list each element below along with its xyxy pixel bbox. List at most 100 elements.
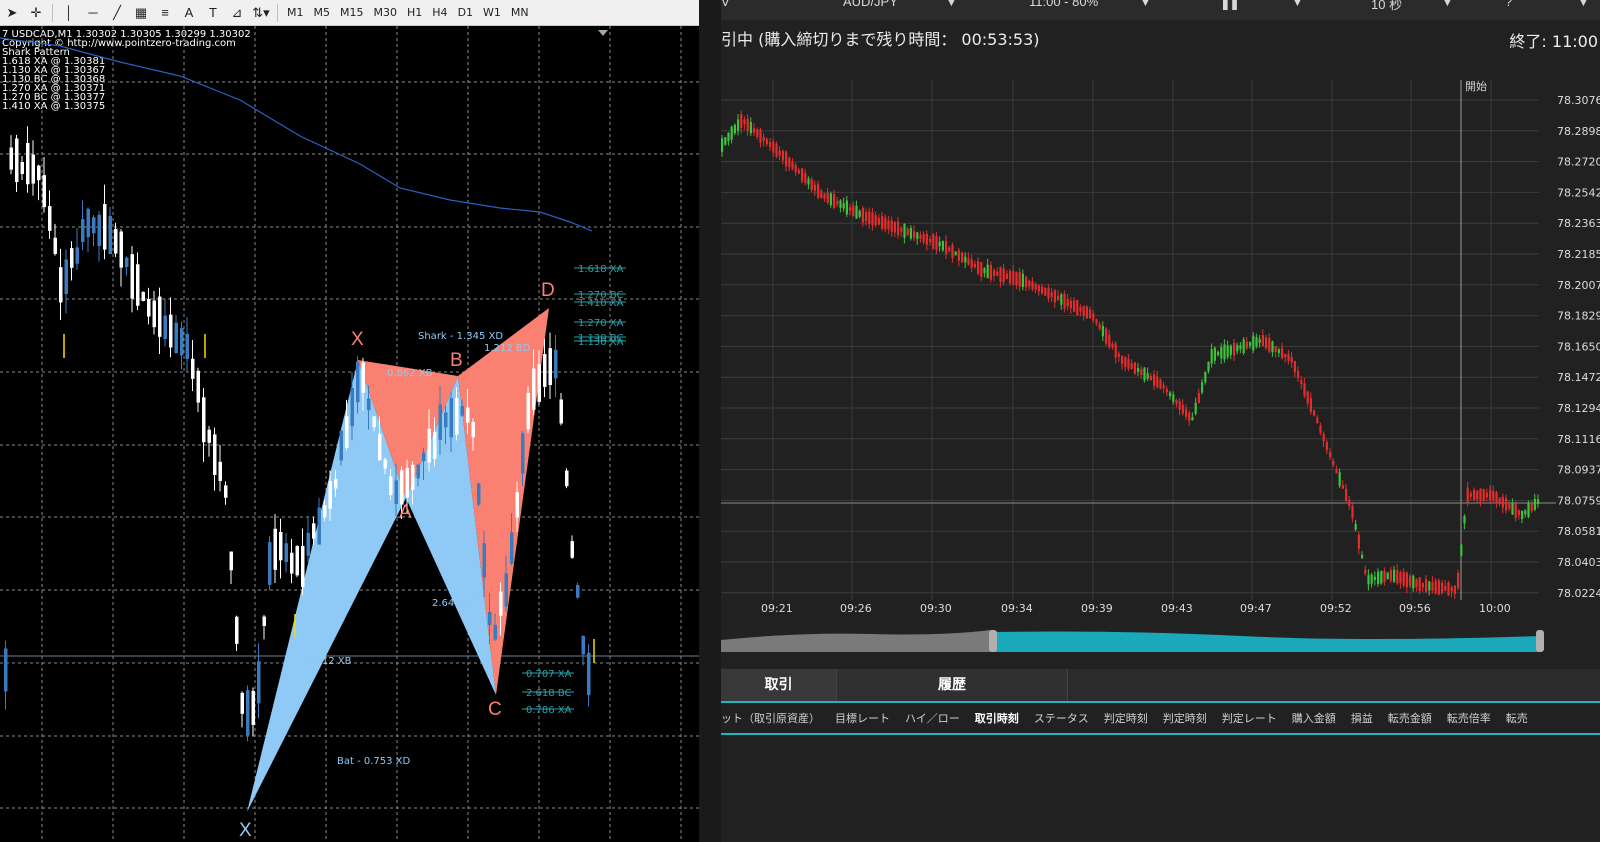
candle-body [1105, 328, 1108, 344]
candle-body [941, 240, 944, 251]
column-header[interactable]: 判定時刻 [1104, 710, 1148, 726]
column-header[interactable]: ハイ／ロー [905, 710, 960, 726]
candle-body [147, 298, 151, 317]
column-header[interactable]: 目標レート [835, 710, 890, 726]
candle-body [1431, 582, 1434, 591]
column-header[interactable]: 取引時刻 [975, 710, 1019, 726]
candle-body [871, 212, 874, 226]
candle-body [532, 368, 536, 410]
tab-history[interactable]: 履歴 [837, 669, 1068, 702]
channel-icon[interactable]: ▦ [129, 2, 153, 24]
column-header[interactable]: 転売倍率 [1447, 710, 1491, 726]
candle-body [1348, 500, 1351, 506]
tab-trade[interactable]: 取引 [721, 669, 837, 702]
candle-body [334, 478, 338, 489]
candle-body [1274, 346, 1277, 352]
candle-body [1281, 348, 1284, 359]
candle-body [1098, 324, 1101, 329]
column-header[interactable]: 転売金額 [1388, 710, 1432, 726]
timeframe-d1[interactable]: D1 [453, 2, 478, 24]
fib-fan-icon[interactable]: ⊿ [225, 2, 249, 24]
candle-body [1485, 492, 1488, 498]
price-tick-label: 78.2185 [1557, 248, 1600, 261]
candle-body [383, 459, 387, 469]
window-divider[interactable] [699, 0, 721, 842]
toolbar-separator [52, 3, 53, 22]
text-tool-icon[interactable]: A [177, 2, 201, 24]
timeframe-m1[interactable]: M1 [282, 2, 309, 24]
start-label: 開始 [1465, 79, 1487, 93]
time-tick-label: 09:47 [1240, 602, 1272, 615]
column-header[interactable]: ット（取引原資産） [721, 710, 820, 726]
candle-body [929, 238, 932, 243]
candle-body [836, 200, 839, 205]
candle-body [1364, 569, 1367, 574]
timeframe-h1[interactable]: H1 [402, 2, 427, 24]
timeframe-m15[interactable]: M15 [335, 2, 369, 24]
timeframe-w1[interactable]: W1 [478, 2, 506, 24]
candle-body [554, 349, 558, 379]
candle-body [378, 433, 382, 461]
candle-body [345, 416, 349, 448]
candle-body [1393, 569, 1396, 582]
candle-body [37, 165, 41, 181]
candle-body [1437, 580, 1440, 595]
candle-body [323, 505, 327, 518]
time-tick-label: 09:26 [840, 602, 872, 615]
candle-body [887, 220, 890, 230]
timeframe-m30[interactable]: M30 [369, 2, 403, 24]
candle-body [1501, 496, 1504, 508]
column-header[interactable]: 転売 [1506, 710, 1528, 726]
level-label: 1.618 XA [578, 264, 624, 275]
candle-body [1031, 281, 1034, 290]
candle-body [1277, 349, 1280, 354]
crosshair-icon[interactable]: ✛ [24, 2, 48, 24]
candle-body [964, 256, 967, 263]
arrows-dropdown-icon[interactable]: ⇅▾ [249, 2, 273, 24]
candle-body [1252, 335, 1255, 351]
trendline-icon[interactable]: ╱ [105, 2, 129, 24]
column-header[interactable]: ステータス [1034, 710, 1089, 726]
cursor-arrow-icon[interactable]: ➤ [0, 2, 24, 24]
candle-body [246, 690, 250, 736]
candle-body [1517, 510, 1520, 516]
candle-body [1018, 272, 1021, 287]
candle-body [820, 190, 823, 198]
candle-body [1329, 452, 1332, 458]
column-header[interactable]: 損益 [1351, 710, 1373, 726]
pattern-point-c: C [488, 699, 502, 720]
candle-body [1085, 306, 1088, 319]
candle-body [1524, 510, 1527, 515]
candle-body [1450, 587, 1453, 592]
candle-body [1380, 570, 1383, 584]
candle-body [1239, 345, 1242, 350]
column-header[interactable]: 判定レート [1222, 710, 1277, 726]
vertical-line-icon[interactable]: │ [57, 2, 81, 24]
candle-body [587, 652, 591, 696]
column-header[interactable]: 判定時刻 [1163, 710, 1207, 726]
text-label-icon[interactable]: T [201, 2, 225, 24]
mt4-price-chart[interactable]: 1.618 XA1.270 BC1.410 XA1.270 XA1.130 BC… [0, 26, 699, 842]
candle-body [356, 361, 360, 403]
timeframe-m5[interactable]: M5 [309, 2, 336, 24]
candle-body [548, 348, 552, 386]
timeframe-mn[interactable]: MN [506, 2, 534, 24]
binary-price-chart[interactable]: 78.3076 78.2898 78.2720 78.2542 78.2363 78.21… [721, 0, 1600, 669]
horizontal-line-icon[interactable]: ─ [81, 2, 105, 24]
candle-body [1290, 357, 1293, 363]
fibonacci-icon[interactable]: ≡ [153, 2, 177, 24]
candle-body [482, 543, 486, 578]
time-tick-label: 09:56 [1399, 602, 1431, 615]
candle-body [961, 252, 964, 263]
candle-body [570, 541, 574, 558]
candle-body [1185, 409, 1188, 417]
timeframe-h4[interactable]: H4 [427, 2, 452, 24]
price-tick-label: 78.0224 [1557, 587, 1600, 600]
candle-body [906, 228, 909, 236]
candle-body [1057, 295, 1060, 301]
price-tick-label: 78.0759 [1557, 494, 1600, 507]
candle-body [405, 467, 409, 498]
column-header[interactable]: 購入金額 [1292, 710, 1336, 726]
candle-body [268, 542, 272, 585]
candle-body [4, 648, 8, 692]
